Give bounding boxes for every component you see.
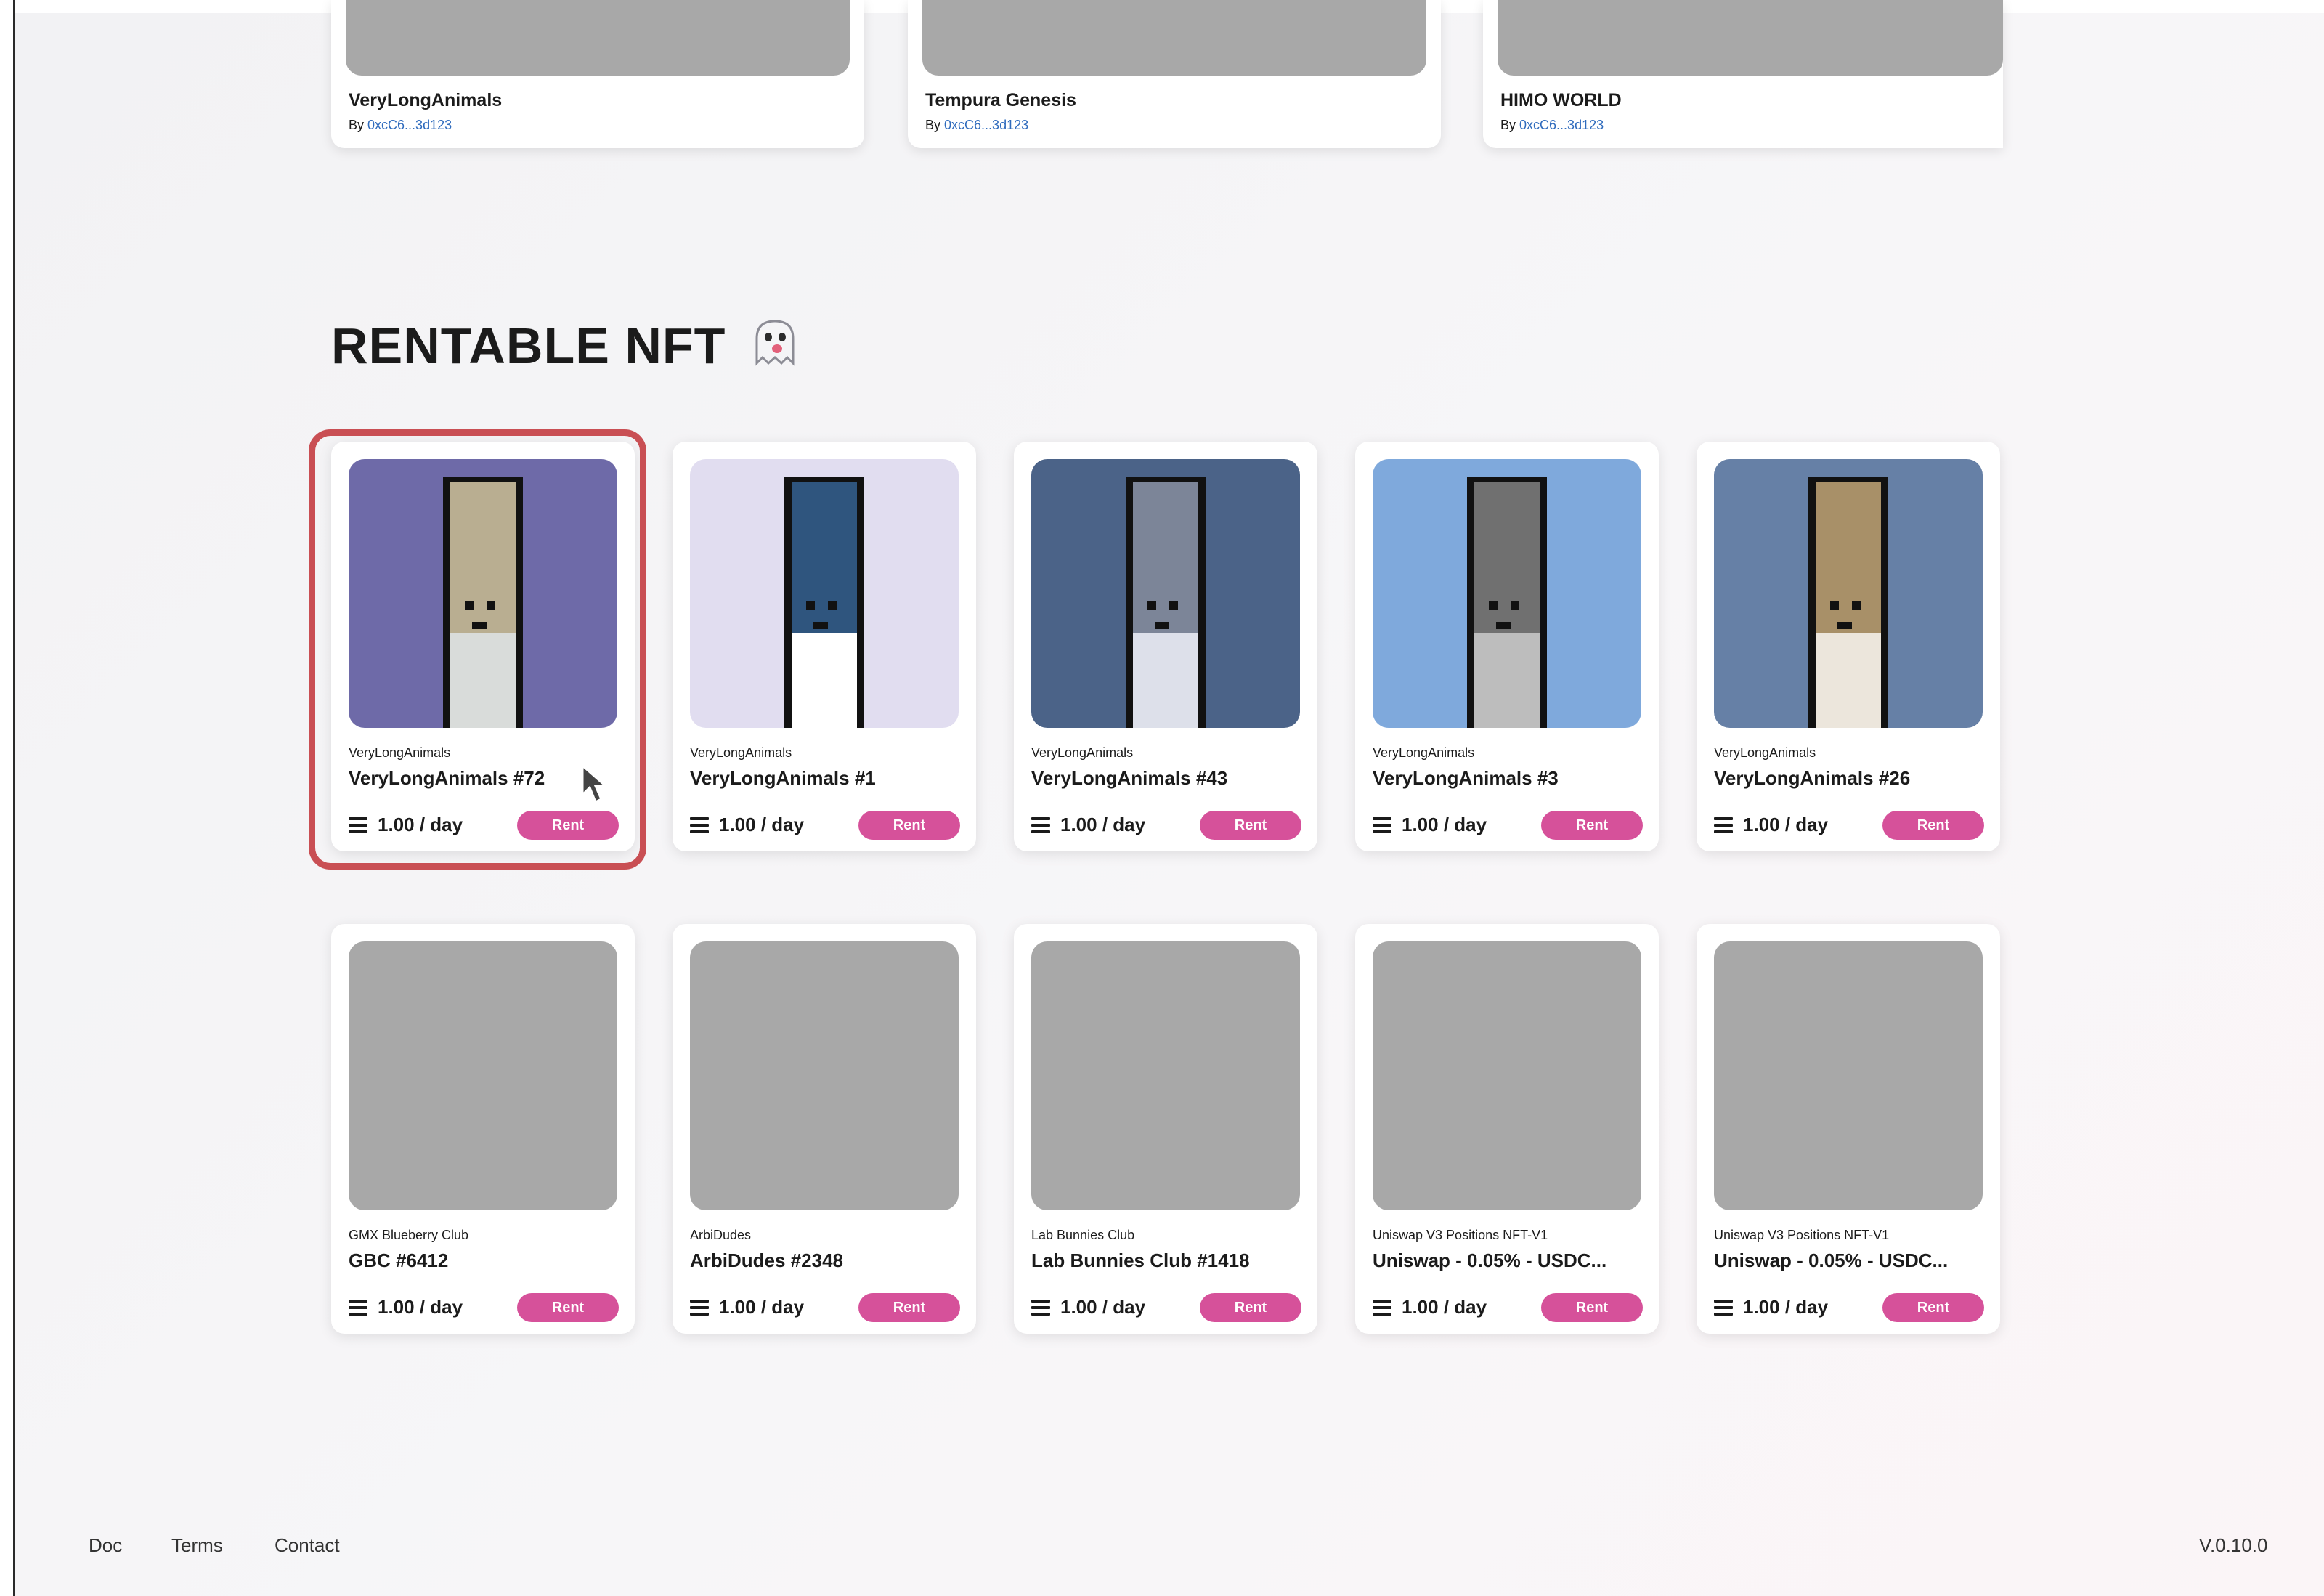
price-text: 1.00 / day xyxy=(1060,814,1146,835)
nft-price: 1.00 / day xyxy=(1714,1296,1828,1318)
nft-image-placeholder xyxy=(1031,941,1300,1210)
collection-card[interactable]: HIMO WORLD By 0xcC6...3d123 xyxy=(1483,0,2003,148)
eth-icon xyxy=(1714,817,1733,833)
nft-title: VeryLongAnimals #1 xyxy=(690,767,876,789)
price-text: 1.00 / day xyxy=(1743,1296,1829,1318)
collection-owner: By 0xcC6...3d123 xyxy=(925,118,1028,133)
nft-title: VeryLongAnimals #43 xyxy=(1031,767,1228,789)
rent-button[interactable]: Rent xyxy=(858,1293,960,1322)
nft-price: 1.00 / day xyxy=(1373,814,1487,836)
nft-title: Lab Bunnies Club #1418 xyxy=(1031,1249,1250,1271)
nft-image-placeholder xyxy=(1714,941,1983,1210)
eth-icon xyxy=(1031,817,1050,833)
footer-doc-link[interactable]: Doc xyxy=(89,1534,122,1557)
collection-name: Tempura Genesis xyxy=(925,90,1076,110)
app-version: V.0.10.0 xyxy=(2199,1534,2268,1556)
collection-image xyxy=(922,0,1426,76)
rent-button[interactable]: Rent xyxy=(1882,811,1984,840)
price-text: 1.00 / day xyxy=(378,1296,463,1318)
owner-address-link[interactable]: 0xcC6...3d123 xyxy=(944,118,1028,132)
nft-price: 1.00 / day xyxy=(1373,1296,1487,1318)
footer-terms-link[interactable]: Terms xyxy=(171,1534,223,1557)
nft-collection-name: VeryLongAnimals xyxy=(1373,745,1475,760)
nft-title: GBC #6412 xyxy=(349,1249,449,1271)
nft-title: Uniswap - 0.05% - USDC... xyxy=(1714,1249,1949,1271)
nft-card[interactable]: VeryLongAnimals VeryLongAnimals #1 1.00 … xyxy=(673,442,976,851)
owner-address-link[interactable]: 0xcC6...3d123 xyxy=(367,118,452,132)
nft-image-placeholder xyxy=(349,941,617,1210)
nft-price: 1.00 / day xyxy=(690,1296,804,1318)
nft-image xyxy=(1031,459,1300,728)
nft-price: 1.00 / day xyxy=(690,814,804,836)
collection-card[interactable]: Tempura Genesis By 0xcC6...3d123 xyxy=(908,0,1441,148)
eth-icon xyxy=(349,1299,367,1316)
rent-button[interactable]: Rent xyxy=(1541,1293,1643,1322)
window-left-edge xyxy=(0,0,15,1596)
nft-collection-name: ArbiDudes xyxy=(690,1228,752,1242)
nft-collection-name: Uniswap V3 Positions NFT-V1 xyxy=(1373,1228,1548,1242)
rent-button[interactable]: Rent xyxy=(1882,1293,1984,1322)
nft-title: ArbiDudes #2348 xyxy=(690,1249,843,1271)
price-text: 1.00 / day xyxy=(719,1296,805,1318)
nft-price: 1.00 / day xyxy=(1714,814,1828,836)
collection-image xyxy=(346,0,850,76)
nft-card[interactable]: GMX Blueberry Club GBC #6412 1.00 / day … xyxy=(331,924,635,1334)
nft-collection-name: Uniswap V3 Positions NFT-V1 xyxy=(1714,1228,1890,1242)
nft-card[interactable]: VeryLongAnimals VeryLongAnimals #26 1.00… xyxy=(1697,442,2000,851)
nft-collection-name: VeryLongAnimals xyxy=(690,745,792,760)
section-title: RENTABLE NFT xyxy=(331,317,800,375)
by-label: By xyxy=(349,118,365,132)
nft-image xyxy=(1373,459,1641,728)
collection-card[interactable]: VeryLongAnimals By 0xcC6...3d123 xyxy=(331,0,864,148)
nft-card[interactable]: ArbiDudes ArbiDudes #2348 1.00 / day Ren… xyxy=(673,924,976,1334)
section-title-text: RENTABLE NFT xyxy=(331,317,726,374)
price-text: 1.00 / day xyxy=(1743,814,1829,835)
nft-title: VeryLongAnimals #3 xyxy=(1373,767,1559,789)
eth-icon xyxy=(1031,1299,1050,1316)
eth-icon xyxy=(1373,817,1391,833)
collection-name: HIMO WORLD xyxy=(1500,90,1622,110)
mouse-cursor-icon xyxy=(581,764,609,804)
nft-title: VeryLongAnimals #26 xyxy=(1714,767,1911,789)
rent-button[interactable]: Rent xyxy=(1200,1293,1301,1322)
nft-price: 1.00 / day xyxy=(1031,814,1145,836)
price-text: 1.00 / day xyxy=(719,814,805,835)
eth-icon xyxy=(1373,1299,1391,1316)
footer-contact-link[interactable]: Contact xyxy=(275,1534,340,1557)
price-text: 1.00 / day xyxy=(1402,814,1487,835)
nft-collection-name: GMX Blueberry Club xyxy=(349,1228,469,1242)
by-label: By xyxy=(925,118,941,132)
nft-card[interactable]: VeryLongAnimals VeryLongAnimals #43 1.00… xyxy=(1014,442,1317,851)
by-label: By xyxy=(1500,118,1516,132)
rent-button[interactable]: Rent xyxy=(858,811,960,840)
eth-icon xyxy=(690,1299,709,1316)
price-text: 1.00 / day xyxy=(1402,1296,1487,1318)
ghost-icon xyxy=(755,320,795,366)
nft-collection-name: VeryLongAnimals xyxy=(1714,745,1816,760)
collection-owner: By 0xcC6...3d123 xyxy=(349,118,452,133)
eth-icon xyxy=(690,817,709,833)
nft-card[interactable]: VeryLongAnimals VeryLongAnimals #3 1.00 … xyxy=(1355,442,1659,851)
owner-address-link[interactable]: 0xcC6...3d123 xyxy=(1519,118,1604,132)
nft-collection-name: VeryLongAnimals xyxy=(1031,745,1134,760)
nft-collection-name: Lab Bunnies Club xyxy=(1031,1228,1135,1242)
collection-name: VeryLongAnimals xyxy=(349,90,503,110)
nft-price: 1.00 / day xyxy=(349,1296,463,1318)
nft-card[interactable]: Lab Bunnies Club Lab Bunnies Club #1418 … xyxy=(1014,924,1317,1334)
nft-image-placeholder xyxy=(690,941,959,1210)
collection-image xyxy=(1498,0,2003,76)
rent-button[interactable]: Rent xyxy=(517,1293,619,1322)
nft-image xyxy=(1714,459,1983,728)
nft-price: 1.00 / day xyxy=(1031,1296,1145,1318)
nft-card[interactable]: Uniswap V3 Positions NFT-V1 Uniswap - 0.… xyxy=(1355,924,1659,1334)
eth-icon xyxy=(1714,1299,1733,1316)
nft-title: Uniswap - 0.05% - USDC... xyxy=(1373,1249,1607,1271)
nft-image xyxy=(690,459,959,728)
price-text: 1.00 / day xyxy=(1060,1296,1146,1318)
nft-image-placeholder xyxy=(1373,941,1641,1210)
nft-card[interactable]: Uniswap V3 Positions NFT-V1 Uniswap - 0.… xyxy=(1697,924,2000,1334)
rent-button[interactable]: Rent xyxy=(1541,811,1643,840)
collection-owner: By 0xcC6...3d123 xyxy=(1500,118,1604,133)
rent-button[interactable]: Rent xyxy=(1200,811,1301,840)
